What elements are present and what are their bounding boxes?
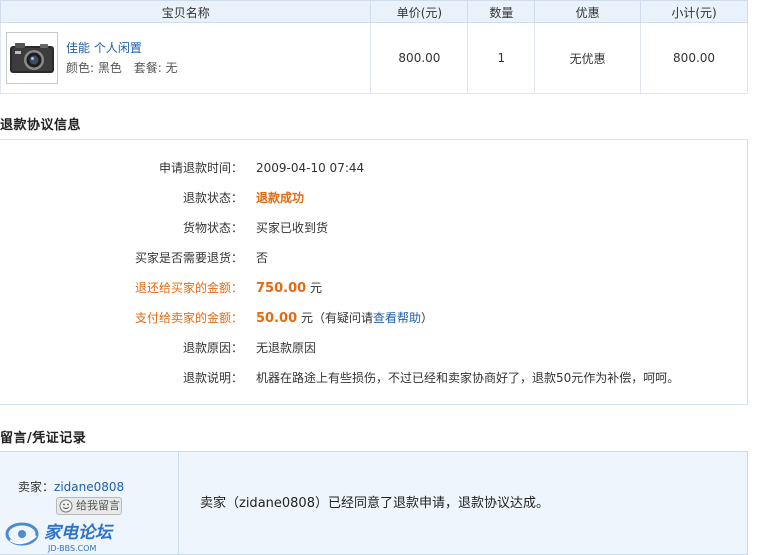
unit-price-cell: 800.00 [370, 22, 469, 94]
seller-prefix: 卖家： [18, 480, 55, 494]
info-row-description: 退款说明： 机器在路途上有些损伤，不过已经和卖家协商好了，退款50元作为补偿，呵… [0, 368, 748, 388]
smiley-icon [59, 499, 73, 513]
refund-reason-value: 无退款原因 [256, 341, 317, 355]
col-subtotal: 小计(元) [640, 0, 748, 23]
col-unit-price: 单价(元) [370, 0, 469, 23]
message-text: 卖家（zidane0808）已经同意了退款申请，退款协议达成。 [200, 496, 549, 511]
view-help-link[interactable]: 查看帮助 [373, 311, 421, 325]
seller-amount-tail: ） [420, 311, 433, 325]
refund-section-title: 退款协议信息 [0, 118, 82, 133]
goods-status-value: 买家已收到货 [256, 221, 329, 235]
info-row-status: 退款状态： 退款成功 [0, 188, 748, 208]
info-row-apply-time: 申请退款时间： 2009-04-10 07:44 [0, 158, 748, 178]
return-needed-label: 买家是否需要退货： [134, 251, 243, 265]
apply-time-label: 申请退款时间： [158, 161, 243, 175]
forum-watermark-logo: 家电论坛 JD-BBS.COM [5, 522, 114, 553]
buyer-amount-label: 退还给买家的金额： [134, 281, 243, 295]
refund-reason-label: 退款原因： [182, 341, 243, 355]
item-title-link[interactable]: 佳能 个人闲置 [66, 38, 186, 58]
discount-cell: 无优惠 [534, 22, 642, 94]
seller-amount-unit: 元（有疑问请 [300, 311, 373, 325]
return-needed-value: 否 [256, 251, 269, 265]
leave-message-button[interactable]: 给我留言 [56, 497, 122, 515]
item-cell: 佳能 个人闲置 颜色: 黑色 套餐: 无 [0, 22, 372, 94]
info-row-goods: 货物状态： 买家已收到货 [0, 218, 748, 238]
refund-description-value: 机器在路途上有些损伤，不过已经和卖家协商好了，退款50元作为补偿，呵呵。 [256, 371, 680, 385]
table-header-row: 宝贝名称 单价(元) 数量 优惠 小计(元) [0, 0, 748, 23]
refund-info-panel: 申请退款时间： 2009-04-10 07:44 退款状态： 退款成功 货物状态… [0, 139, 748, 405]
order-table: 宝贝名称 单价(元) 数量 优惠 小计(元) 佳能 个人闲置 颜色: 黑色 套餐… [0, 0, 748, 94]
buyer-amount-field: 750.00 元 [256, 278, 322, 299]
col-item-name: 宝贝名称 [0, 0, 372, 23]
seller-name-link[interactable]: zidane0808 [54, 480, 124, 494]
goods-status-label: 货物状态： [182, 221, 243, 235]
item-color: 颜色: 黑色 [66, 61, 122, 75]
buyer-amount-unit: 元 [310, 281, 323, 295]
seller-amount-field: 50.00 元（有疑问请查看帮助） [256, 308, 433, 329]
item-attributes: 颜色: 黑色 套餐: 无 [66, 58, 186, 78]
messages-section-title: 留言/凭证记录 [0, 431, 87, 446]
watermark-url: JD-BBS.COM [47, 544, 96, 553]
refund-status-value: 退款成功 [256, 191, 305, 205]
seller-amount-value: 50.00 [256, 311, 298, 326]
item-package: 套餐: 无 [133, 61, 178, 75]
seller-line: 卖家：zidane0808 [18, 478, 124, 495]
table-row: 佳能 个人闲置 颜色: 黑色 套餐: 无 800.00 1 无优惠 800.00 [0, 22, 748, 94]
subtotal-cell: 800.00 [640, 22, 748, 94]
watermark-text: 家电论坛 [44, 523, 114, 543]
buyer-amount-value: 750.00 [256, 281, 307, 296]
info-row-return: 买家是否需要退货： 否 [0, 248, 748, 268]
info-row-buyer-amount: 退还给买家的金额： 750.00 元 [0, 278, 748, 298]
camera-thumbnail[interactable] [6, 32, 58, 84]
seller-amount-label: 支付给卖家的金额： [134, 311, 243, 325]
camera-icon [10, 43, 54, 73]
leave-message-label: 给我留言 [76, 499, 120, 512]
quantity-cell: 1 [467, 22, 536, 94]
apply-time-value: 2009-04-10 07:44 [256, 161, 365, 175]
refund-status-label: 退款状态： [182, 191, 243, 205]
col-quantity: 数量 [467, 0, 536, 23]
info-row-reason: 退款原因： 无退款原因 [0, 338, 748, 358]
info-row-seller-amount: 支付给卖家的金额： 50.00 元（有疑问请查看帮助） [0, 308, 748, 328]
refund-description-label: 退款说明： [182, 371, 243, 385]
col-discount: 优惠 [534, 0, 642, 23]
